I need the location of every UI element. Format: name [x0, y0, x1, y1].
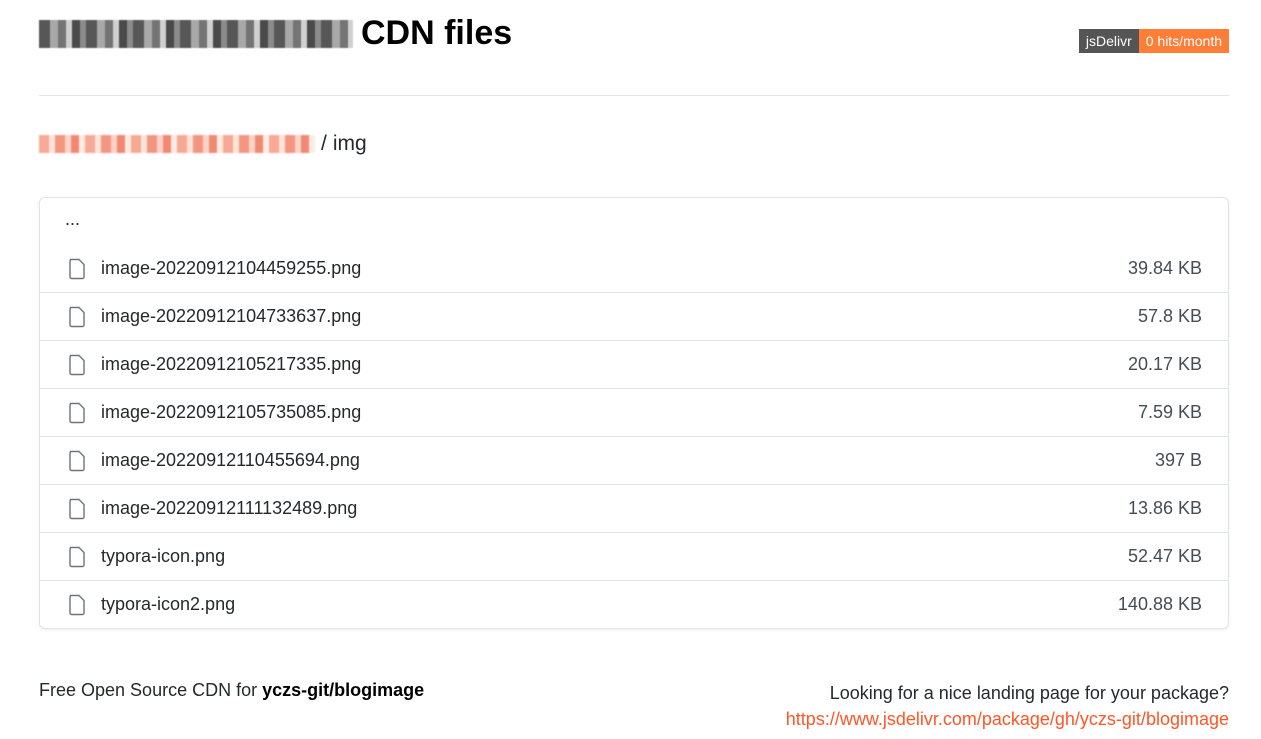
file-name-link[interactable]: typora-icon2.png	[101, 594, 235, 615]
file-row[interactable]: image-20220912104459255.png 39.84 KB	[40, 245, 1228, 292]
file-size: 20.17 KB	[1127, 354, 1202, 374]
parent-directory-row[interactable]: ...	[40, 198, 1228, 245]
file-name-link[interactable]: image-20220912105217335.png	[101, 354, 361, 375]
page: CDN files jsDelivr 0 hits/month / img ..…	[39, 0, 1229, 729]
footer-left: Free Open Source CDN for yczs-git/blogim…	[39, 680, 424, 701]
file-row[interactable]: image-20220912105217335.png 20.17 KB	[40, 340, 1228, 388]
file-size: 397 B	[1154, 450, 1202, 470]
page-title-text: CDN files	[361, 14, 513, 52]
landing-page-link[interactable]: https://www.jsdelivr.com/package/gh/yczs…	[786, 709, 1229, 729]
breadcrumb-current: img	[332, 132, 367, 155]
breadcrumb: / img	[39, 132, 367, 156]
file-row[interactable]: image-20220912110455694.png 397 B	[40, 436, 1228, 484]
file-row[interactable]: image-20220912111132489.png 13.86 KB	[40, 484, 1228, 532]
parent-directory-link[interactable]: ...	[65, 209, 80, 230]
badge-label: jsDelivr	[1078, 29, 1139, 53]
file-icon	[68, 450, 86, 472]
badge-value: 0 hits/month	[1138, 29, 1229, 53]
file-name-link[interactable]: image-20220912104459255.png	[101, 258, 361, 279]
redacted-repo-name	[39, 19, 353, 48]
file-name-link[interactable]: typora-icon.png	[101, 546, 225, 567]
file-name-link[interactable]: image-20220912105735085.png	[101, 402, 361, 423]
file-row[interactable]: image-20220912105735085.png 7.59 KB	[40, 388, 1228, 436]
file-size: 57.8 KB	[1137, 306, 1202, 326]
file-icon	[68, 402, 86, 424]
header: CDN files jsDelivr 0 hits/month	[39, 0, 1229, 96]
file-icon	[68, 498, 86, 520]
file-size: 39.84 KB	[1127, 258, 1202, 278]
file-size: 140.88 KB	[1117, 594, 1202, 614]
file-row[interactable]: typora-icon2.png 140.88 KB	[40, 580, 1228, 628]
breadcrumb-root-link[interactable]	[39, 135, 315, 153]
file-size: 7.59 KB	[1137, 402, 1202, 422]
hits-badge[interactable]: jsDelivr 0 hits/month	[1078, 29, 1229, 53]
file-row[interactable]: typora-icon.png 52.47 KB	[40, 532, 1228, 580]
file-icon	[68, 306, 86, 328]
file-icon	[68, 546, 86, 568]
file-icon	[68, 354, 86, 376]
breadcrumb-separator: /	[321, 132, 327, 155]
file-size: 13.86 KB	[1127, 498, 1202, 518]
file-name-link[interactable]: image-20220912104733637.png	[101, 306, 361, 327]
footer-question: Looking for a nice landing page for your…	[829, 683, 1229, 703]
page-title: CDN files	[39, 14, 512, 53]
file-name-link[interactable]: image-20220912111132489.png	[101, 498, 357, 519]
file-row[interactable]: image-20220912104733637.png 57.8 KB	[40, 292, 1228, 340]
file-list: ... image-20220912104459255.png 39.84 KB i…	[39, 197, 1229, 629]
file-name-link[interactable]: image-20220912110455694.png	[101, 450, 360, 471]
file-size: 52.47 KB	[1127, 546, 1202, 566]
footer-package-name: yczs-git/blogimage	[262, 680, 425, 700]
file-icon	[68, 258, 86, 280]
file-icon	[68, 594, 86, 616]
footer-text: Free Open Source CDN for	[39, 680, 263, 700]
footer-right: Looking for a nice landing page for your…	[786, 680, 1229, 732]
